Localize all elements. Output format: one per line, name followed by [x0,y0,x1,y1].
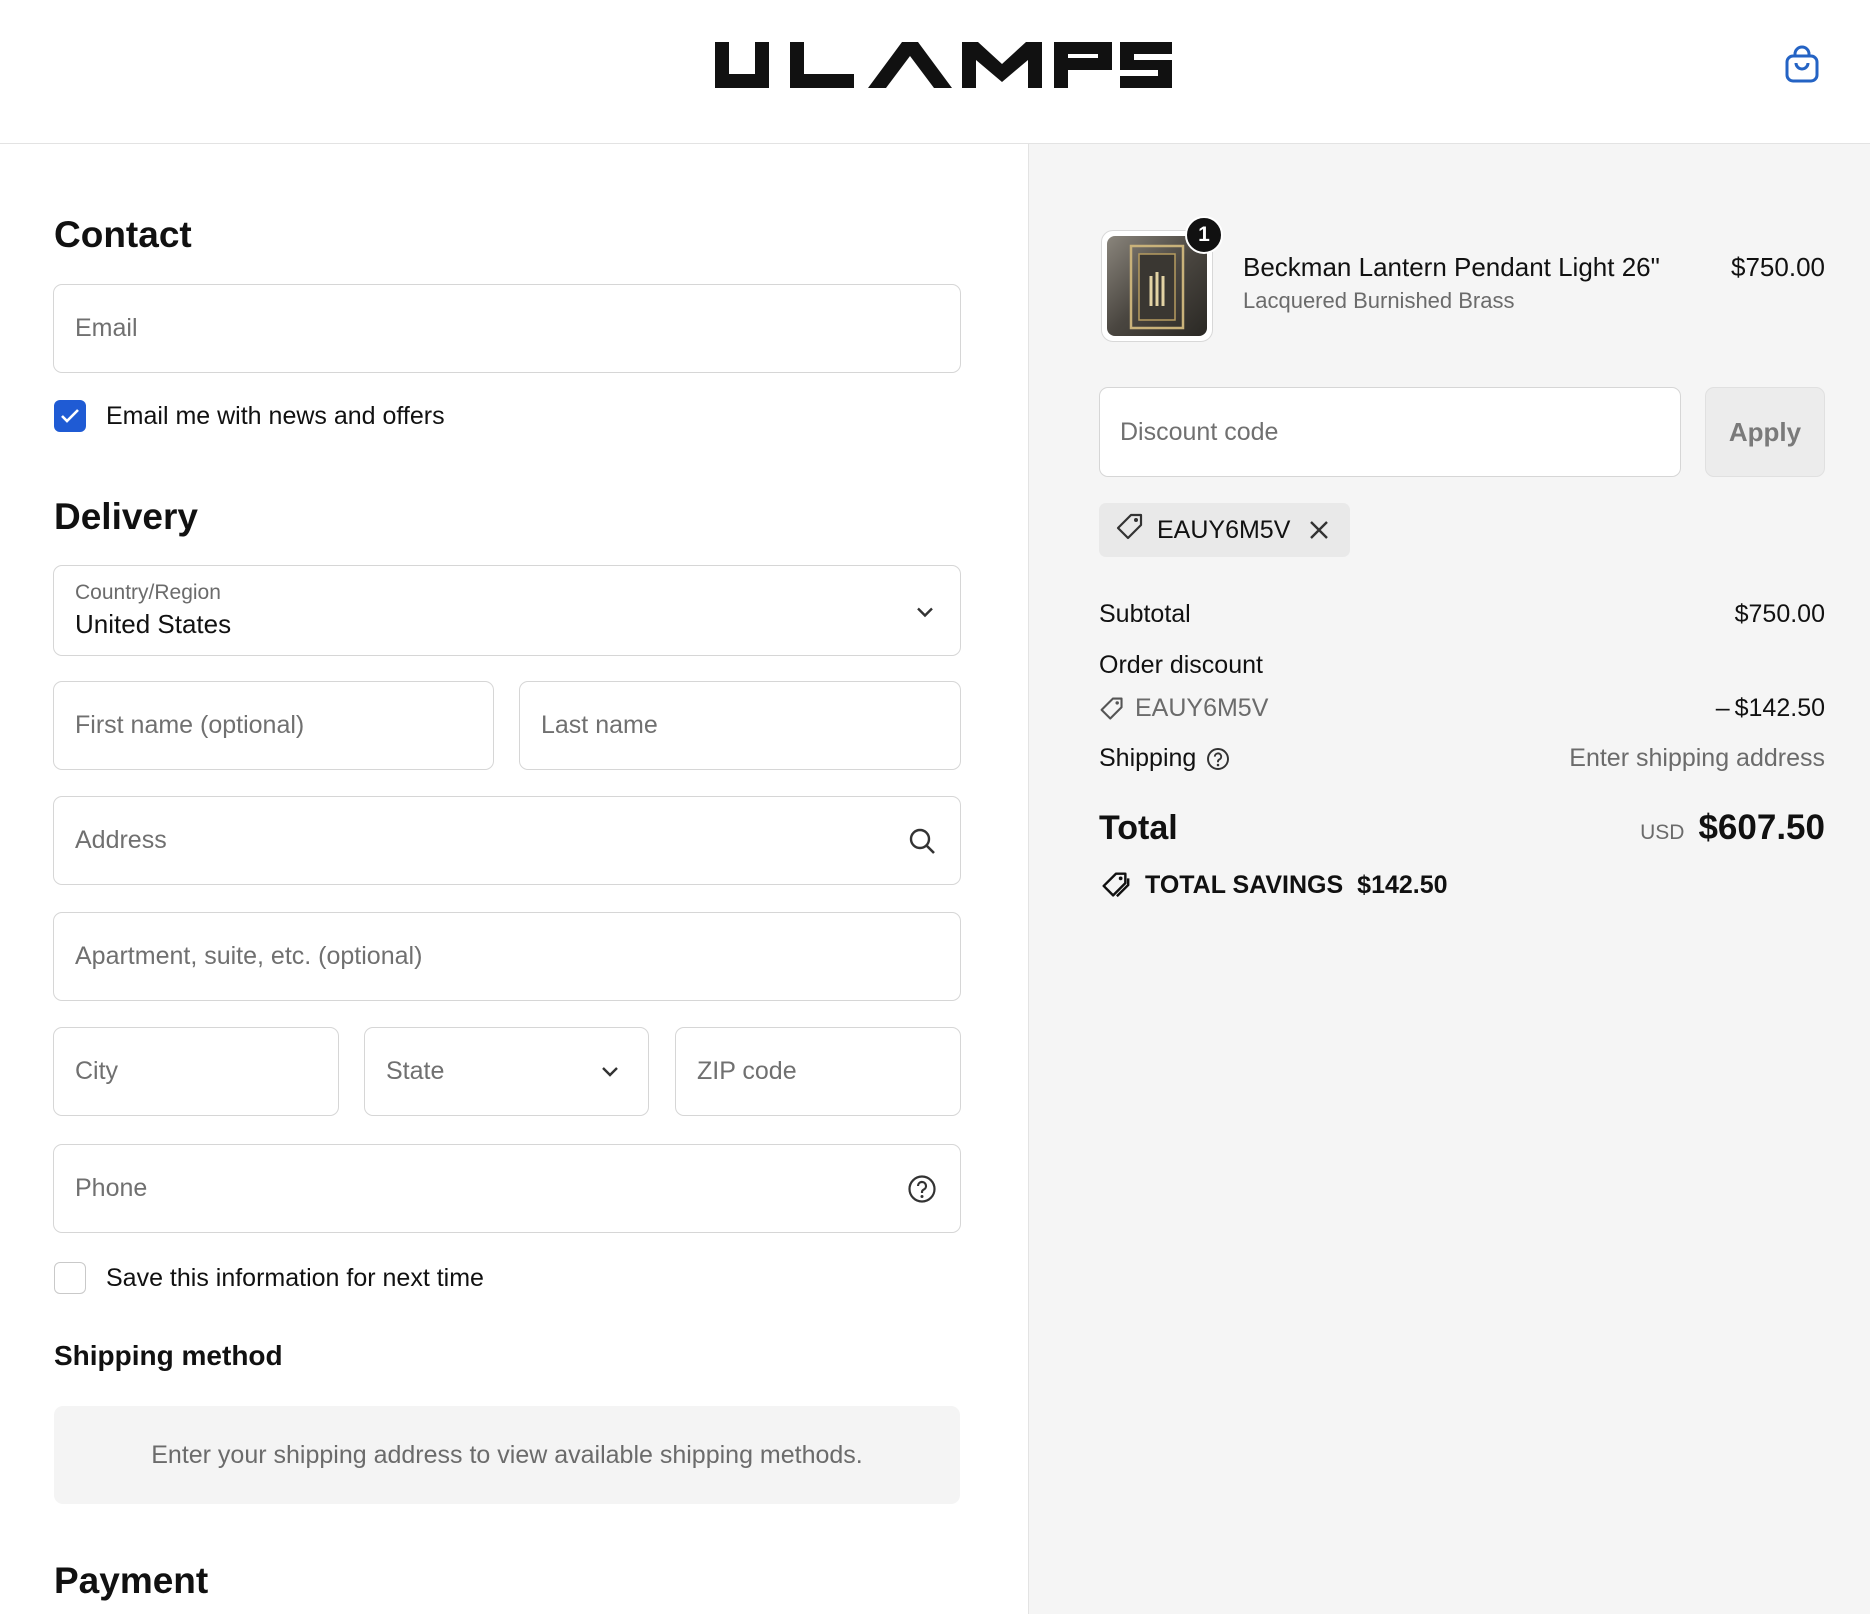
applied-discount-chip: EAUY6M5V [1099,503,1351,557]
savings-value: $142.50 [1357,870,1448,899]
apartment-field[interactable]: Apartment, suite, etc. (optional) [53,912,961,1001]
chevron-down-icon [916,596,934,625]
total-value: $607.50 [1698,808,1825,847]
state-select[interactable]: State [364,1027,649,1116]
total-row: Total USD $607.50 [1099,808,1825,848]
country-value: United States [75,609,232,639]
apartment-placeholder: Apartment, suite, etc. (optional) [75,942,423,970]
newsletter-checkbox[interactable] [54,400,86,432]
header [0,0,1870,144]
product-image [1107,236,1207,336]
shopping-bag-icon[interactable] [1780,42,1824,86]
quantity-badge: 1 [1185,216,1223,254]
applied-discount-code: EAUY6M5V [1157,515,1291,544]
product-price: $750.00 [1731,252,1825,282]
newsletter-label: Email me with news and offers [106,401,445,430]
subtotal-value: $750.00 [1734,600,1825,628]
shipping-method-notice: Enter your shipping address to view avai… [54,1406,960,1504]
discount-code-placeholder: Discount code [1120,417,1279,446]
checkout-form: Contact Email Email me with news and off… [0,144,1028,1614]
save-info-label: Save this information for next time [106,1263,484,1292]
subtotal-label: Subtotal [1099,600,1191,628]
shipping-row: Shipping Enter shipping address [1099,744,1825,773]
order-discount-row: Order discount [1099,651,1825,680]
savings-label: TOTAL SAVINGS [1145,870,1344,899]
apply-discount-button[interactable]: Apply [1705,387,1825,477]
store-logo[interactable] [710,36,1175,96]
save-info-checkbox-row[interactable]: Save this information for next time [54,1262,484,1294]
country-label: Country/Region [75,581,221,604]
product-variant: Lacquered Burnished Brass [1243,288,1515,313]
save-info-checkbox[interactable] [54,1262,86,1294]
discount-code-label: EAUY6M5V [1135,694,1269,722]
shipping-method-heading: Shipping method [54,1340,283,1371]
help-circle-icon[interactable] [905,1172,939,1206]
discount-code-field[interactable]: Discount code [1099,387,1681,477]
zip-code-field[interactable]: ZIP code [675,1027,961,1116]
payment-heading: Payment [54,1560,209,1601]
country-select[interactable]: Country/Region United States [53,565,961,656]
contact-heading: Contact [54,214,192,255]
total-label: Total [1099,808,1178,847]
email-field[interactable]: Email [53,284,961,373]
last-name-placeholder: Last name [541,711,658,739]
shipping-value: Enter shipping address [1569,744,1825,772]
last-name-field[interactable]: Last name [519,681,961,770]
chevron-down-icon [593,1055,627,1089]
newsletter-checkbox-row[interactable]: Email me with news and offers [54,400,445,432]
discount-value: – $142.50 [1715,694,1825,722]
subtotal-row: Subtotal $750.00 [1099,600,1825,629]
city-placeholder: City [75,1057,119,1085]
state-placeholder: State [386,1057,445,1085]
first-name-field[interactable]: First name (optional) [53,681,494,770]
phone-field[interactable]: Phone [53,1144,961,1233]
zip-code-placeholder: ZIP code [697,1057,797,1085]
remove-discount-icon[interactable] [1308,519,1330,541]
total-savings: TOTAL SAVINGS $142.50 [1099,870,1448,900]
order-discount-label: Order discount [1099,651,1263,679]
address-placeholder: Address [75,826,167,854]
product-name: Beckman Lantern Pendant Light 26" [1243,252,1660,282]
help-circle-icon[interactable] [1206,747,1230,771]
phone-placeholder: Phone [75,1174,148,1202]
first-name-placeholder: First name (optional) [75,711,305,739]
search-icon[interactable] [905,824,939,858]
checkmark-icon [61,409,79,423]
address-field[interactable]: Address [53,796,961,885]
shipping-label: Shipping [1099,744,1197,772]
order-summary: 1 Beckman Lantern Pendant Light 26" Lacq… [1028,144,1870,1614]
delivery-heading: Delivery [54,496,198,537]
discount-code-row: EAUY6M5V – $142.50 [1099,694,1825,723]
tag-icon [1099,696,1125,722]
total-currency: USD [1640,821,1685,844]
double-tag-icon [1099,870,1131,900]
email-placeholder: Email [75,314,138,342]
city-field[interactable]: City [53,1027,339,1116]
shipping-method-notice-text: Enter your shipping address to view avai… [151,1440,863,1469]
ulamps-logo-wordmark [715,42,1172,88]
tag-icon [1115,512,1145,549]
